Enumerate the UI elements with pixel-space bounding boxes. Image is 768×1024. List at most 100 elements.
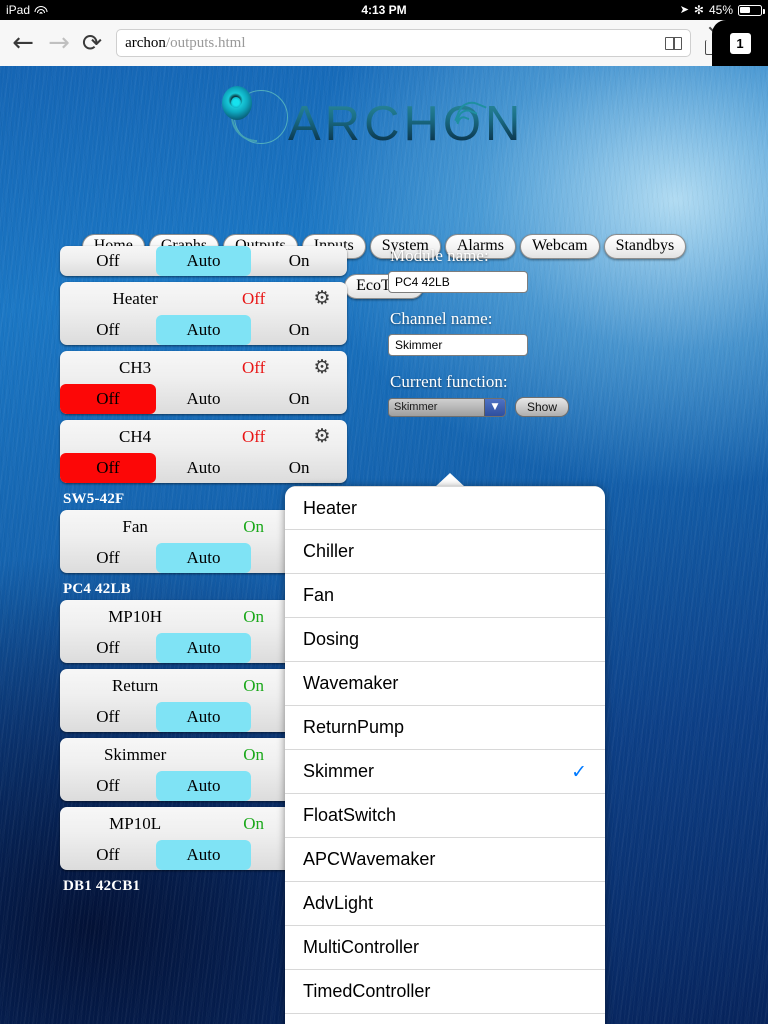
reload-icon[interactable]: ⟳ [82, 31, 102, 55]
popover-option-advlight[interactable]: AdvLight [285, 882, 605, 926]
battery-percent-label: 45% [708, 3, 733, 17]
channel-name-label: Channel name: [390, 309, 493, 328]
channel-name-input[interactable]: Skimmer [388, 334, 528, 356]
channel-state-label: Off [241, 426, 266, 446]
popover-option-label: Fan [303, 585, 335, 605]
checkmark-icon: ✓ [571, 760, 587, 783]
location-arrow-icon: ➤ [679, 3, 689, 16]
ios-status-bar: iPad 4:13 PM ➤ ✻ 45% [0, 0, 768, 20]
tab-switcher-button[interactable]: 1 [712, 20, 768, 66]
signal-waves-icon [454, 92, 492, 130]
mode-segmented-control[interactable]: OffAutoOn [60, 315, 347, 345]
mode-option-on[interactable]: On [251, 246, 347, 276]
popover-option-label: Dosing [303, 629, 360, 649]
function-options-popover: Heater Chiller Fan Dosing Wavemaker ReturnPum… [285, 486, 605, 1024]
popover-option-dosing[interactable]: Dosing [285, 618, 605, 662]
mode-option-off[interactable]: Off [60, 771, 156, 801]
popover-option-label: Heater [303, 497, 358, 518]
channel-name-label: CH4 [119, 426, 152, 446]
safari-toolbar: ← → ⟳ archon /outputs.html ☆ 1 [0, 20, 768, 66]
mode-option-on[interactable]: On [251, 453, 347, 483]
mode-option-off[interactable]: Off [60, 246, 156, 276]
popover-option-label: Skimmer [303, 761, 374, 781]
reader-view-icon[interactable] [664, 36, 682, 50]
channel-card-header: Heater Off ⚙ [60, 282, 347, 315]
popover-option-label: FloatSwitch [303, 805, 397, 825]
channel-name-label: Heater [112, 288, 158, 308]
current-function-label: Current function: [390, 372, 508, 391]
channel-card: CH3 Off ⚙ Off Auto On [60, 351, 347, 414]
mode-option-off[interactable]: Off [60, 702, 156, 732]
status-left: iPad [6, 3, 48, 17]
function-select-row: Skimmer ▼ Show [388, 397, 638, 417]
tab-count-label: 1 [729, 32, 751, 54]
mode-option-off[interactable]: Off [60, 453, 156, 483]
url-input[interactable]: archon /outputs.html [116, 29, 691, 57]
channel-card: Heater Off ⚙ Off Auto On [60, 282, 347, 345]
mode-option-auto[interactable]: Auto [155, 840, 252, 870]
mode-option-off[interactable]: Off [60, 543, 156, 573]
url-path-text: /outputs.html [165, 34, 246, 51]
mode-option-auto[interactable]: Auto [156, 453, 252, 483]
popover-option-label: Chiller [303, 541, 355, 561]
current-function-select[interactable]: Skimmer ▼ [388, 397, 506, 417]
bluetooth-icon: ✻ [693, 3, 704, 17]
popover-option-mlc[interactable]: MLC [285, 1014, 605, 1024]
clock-label: 4:13 PM [361, 3, 407, 17]
back-arrow-icon[interactable]: ← [10, 30, 36, 56]
mode-option-off[interactable]: Off [60, 384, 156, 414]
gear-icon[interactable]: ⚙ [309, 289, 335, 308]
popover-option-multicontroller[interactable]: MultiController [285, 926, 605, 970]
mode-segmented-control[interactable]: OffAutoOn [60, 453, 347, 483]
popover-arrow [435, 473, 465, 487]
channel-card-header: CH4 Off ⚙ [60, 420, 347, 453]
current-function-value: Skimmer [394, 401, 438, 413]
popover-option-wavemaker[interactable]: Wavemaker [285, 662, 605, 706]
mode-segmented-control[interactable]: OffAutoOn [60, 246, 347, 276]
module-name-input[interactable]: PC4 42LB [388, 271, 528, 293]
webpage-content: ARCHON HomeGraphsOutputsInputsSystemAlar… [0, 66, 768, 1024]
channel-state-label: Off [241, 288, 266, 308]
mode-option-auto[interactable]: Auto [155, 633, 252, 663]
mode-option-off[interactable]: Off [60, 633, 156, 663]
channel-card-header: CH3 Off ⚙ [60, 351, 347, 384]
mode-option-auto[interactable]: Auto [155, 771, 252, 801]
popover-option-fan[interactable]: Fan [285, 574, 605, 618]
popover-option-label: ReturnPump [303, 717, 405, 737]
popover-option-skimmer[interactable]: Skimmer ✓ [285, 750, 605, 794]
channel-name-label: Return [111, 675, 159, 695]
channel-card: Off Auto On [60, 246, 347, 276]
popover-option-label: TimedController [303, 981, 431, 1001]
battery-icon [738, 4, 765, 16]
mode-option-auto[interactable]: Auto [155, 702, 252, 732]
module-name-label: Module name: [390, 246, 489, 265]
forward-arrow-icon[interactable]: → [46, 30, 72, 56]
popover-option-returnpump[interactable]: ReturnPump [285, 706, 605, 750]
gear-icon[interactable]: ⚙ [309, 427, 335, 446]
popover-option-heater[interactable]: Heater [285, 486, 605, 530]
mode-option-off[interactable]: Off [60, 840, 156, 870]
mode-option-auto[interactable]: Auto [155, 315, 252, 345]
gear-icon[interactable]: ⚙ [309, 358, 335, 377]
status-right: ➤ ✻ 45% [679, 3, 765, 17]
popover-option-floatswitch[interactable]: FloatSwitch [285, 794, 605, 838]
popover-option-chiller[interactable]: Chiller [285, 530, 605, 574]
mode-option-auto[interactable]: Auto [155, 543, 252, 573]
show-button[interactable]: Show [515, 397, 570, 417]
mode-option-off[interactable]: Off [60, 315, 156, 345]
archon-mark-icon [222, 86, 288, 148]
channel-name-label: MP10H [108, 606, 163, 626]
mode-option-auto[interactable]: Auto [156, 384, 252, 414]
popover-option-label: MultiController [303, 937, 420, 957]
mode-segmented-control[interactable]: OffAutoOn [60, 384, 347, 414]
popover-option-timedcontroller[interactable]: TimedController [285, 970, 605, 1014]
mode-option-on[interactable]: On [251, 315, 347, 345]
wifi-icon [34, 5, 48, 16]
channel-name-label: Skimmer [103, 744, 167, 764]
chevron-down-icon[interactable]: ▼ [484, 398, 505, 416]
mode-option-auto[interactable]: Auto [155, 246, 252, 276]
popover-option-apcwavemaker[interactable]: APCWavemaker [285, 838, 605, 882]
popover-option-label: Wavemaker [303, 673, 399, 693]
carrier-label: iPad [6, 3, 31, 17]
mode-option-on[interactable]: On [251, 384, 347, 414]
